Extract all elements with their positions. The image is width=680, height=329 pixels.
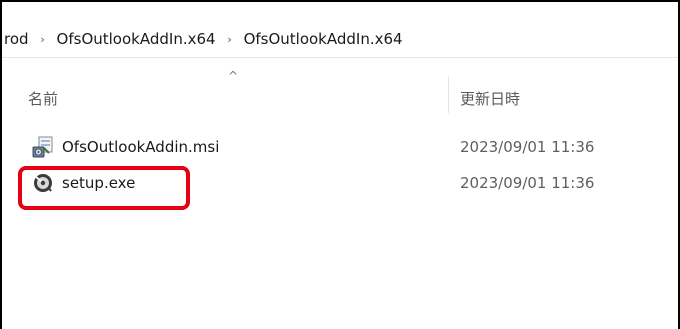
file-date: 2023/09/01 11:36 bbox=[460, 174, 595, 192]
explorer-window: rod › OfsOutlookAddIn.x64 › OfsOutlookAd… bbox=[0, 0, 680, 329]
column-divider[interactable] bbox=[448, 76, 449, 113]
column-header-name[interactable]: 名前 bbox=[28, 88, 58, 109]
address-bar[interactable]: rod › OfsOutlookAddIn.x64 › OfsOutlookAd… bbox=[2, 2, 678, 58]
column-header: ^ 名前 更新日時 bbox=[2, 58, 678, 113]
highlight-box bbox=[18, 166, 190, 210]
file-row-msi[interactable]: OfsOutlookAddin.msi 2023/09/01 11:36 bbox=[24, 132, 664, 162]
breadcrumb-item-folder-1[interactable]: OfsOutlookAddIn.x64 bbox=[57, 30, 216, 48]
msi-installer-icon bbox=[32, 136, 54, 158]
breadcrumb-item-prod[interactable]: rod bbox=[4, 30, 29, 48]
column-header-date-modified[interactable]: 更新日時 bbox=[460, 88, 520, 109]
breadcrumb: rod › OfsOutlookAddIn.x64 › OfsOutlookAd… bbox=[4, 30, 403, 48]
breadcrumb-item-folder-2[interactable]: OfsOutlookAddIn.x64 bbox=[244, 30, 403, 48]
file-name: OfsOutlookAddin.msi bbox=[62, 138, 220, 156]
sort-ascending-icon: ^ bbox=[228, 69, 239, 83]
chevron-right-icon[interactable]: › bbox=[216, 33, 244, 46]
file-date: 2023/09/01 11:36 bbox=[460, 138, 595, 156]
chevron-right-icon[interactable]: › bbox=[29, 33, 57, 46]
